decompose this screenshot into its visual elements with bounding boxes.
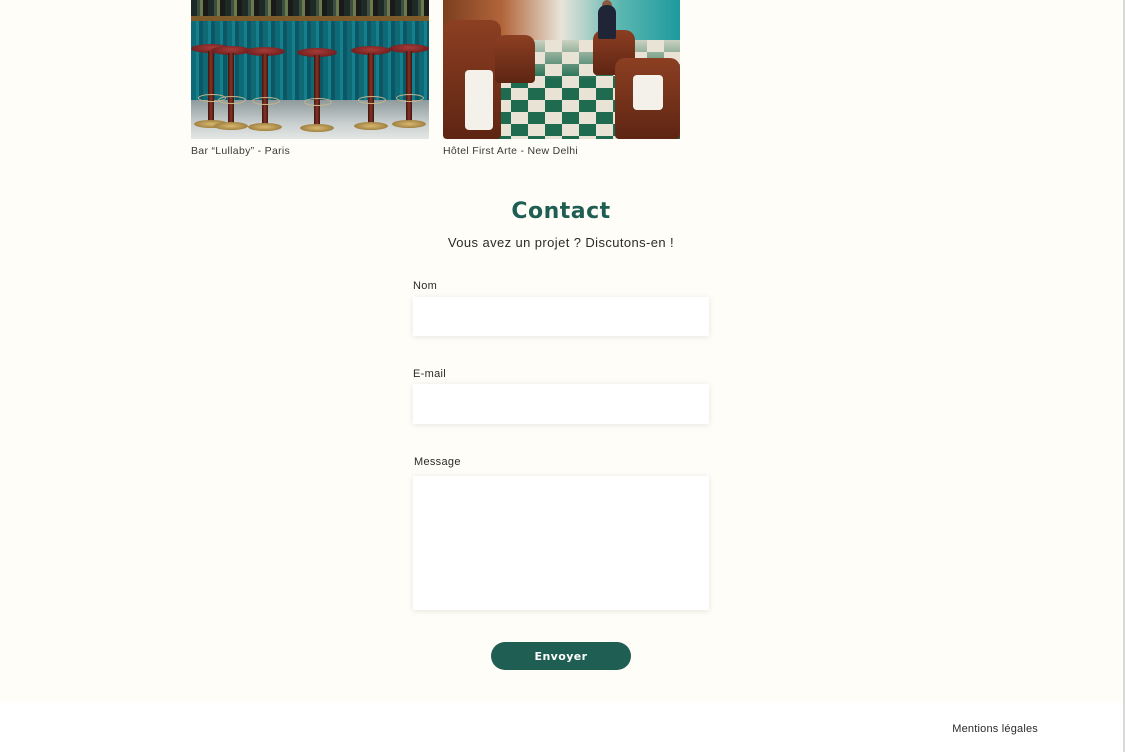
photo-caption: Bar “Lullaby” - Paris [191, 145, 291, 157]
contact-title: Contact [511, 199, 611, 224]
footer: Mentions légales [0, 703, 1123, 752]
legal-notice-link[interactable]: Mentions légales [952, 723, 1038, 735]
photo-caption: Hôtel First Arte - New Delhi [443, 145, 579, 157]
contact-subtitle: Vous avez un projet ? Discutons-en ! [447, 235, 675, 250]
send-button[interactable]: Envoyer [491, 642, 631, 670]
hotel-first-arte-photo [443, 0, 680, 139]
name-field[interactable] [413, 297, 709, 336]
gallery-item-bar-lullaby: Bar “Lullaby” - Paris [191, 0, 429, 157]
name-label: Nom [413, 280, 438, 292]
email-label: E-mail [413, 368, 446, 380]
message-label: Message [414, 456, 461, 468]
email-field[interactable] [413, 384, 709, 424]
bar-lullaby-photo [191, 0, 429, 139]
page: Bar “Lullaby” - Paris Hôtel First Arte -… [0, 0, 1125, 752]
message-field[interactable] [413, 476, 709, 610]
gallery-item-hotel-first-arte: Hôtel First Arte - New Delhi [443, 0, 680, 157]
